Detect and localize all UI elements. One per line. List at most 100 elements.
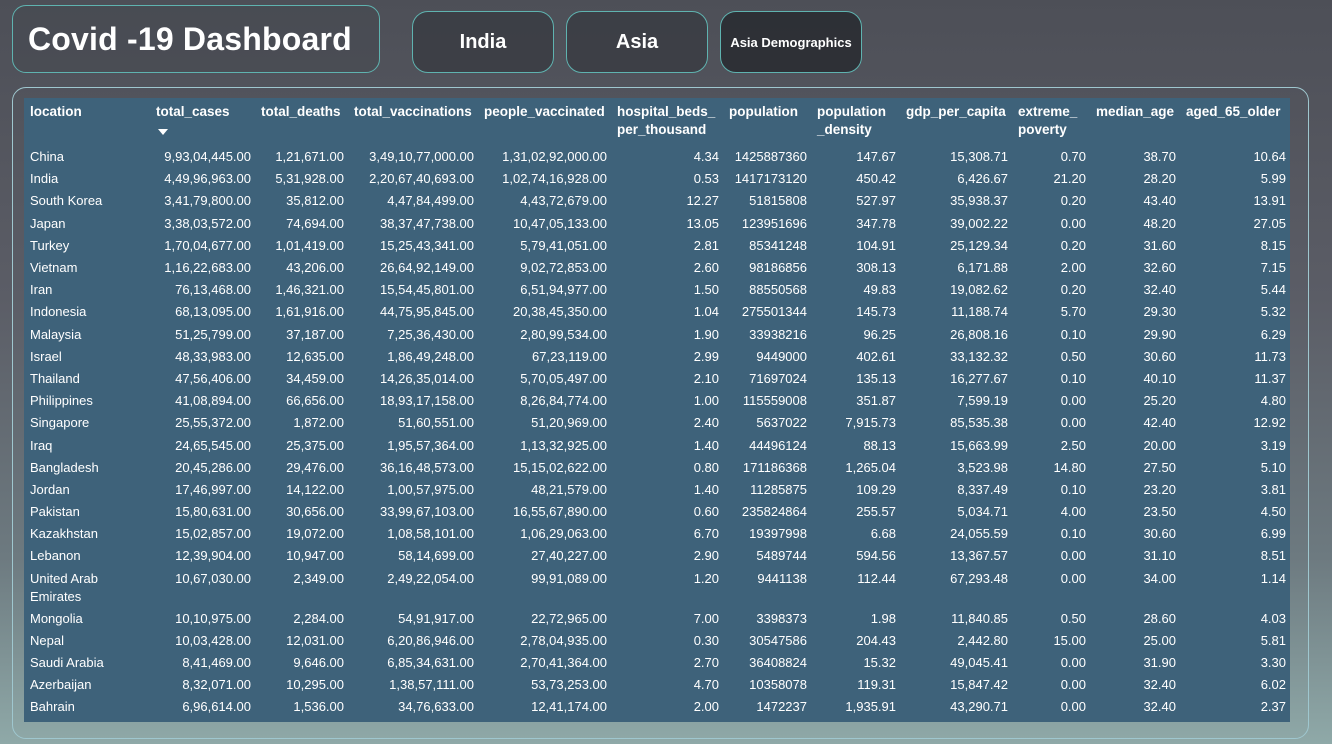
table-cell: 28.60 xyxy=(1143,610,1176,626)
table-cell: 1.98 xyxy=(870,610,896,626)
table-cell: 24,055.59 xyxy=(950,526,1008,542)
table-row[interactable]: Indonesia 68,13,095.00 1,61,916.00 44,75,95… xyxy=(24,301,1290,323)
table-row[interactable]: South Korea 3,41,79,800.00 35,812.00 4,47,8… xyxy=(24,190,1290,212)
column-header[interactable]: population xyxy=(723,98,811,146)
table-cell: 9,646.00 xyxy=(293,655,344,671)
table-cell: 12.27 xyxy=(686,193,719,209)
asia-button[interactable]: Asia xyxy=(566,11,708,73)
table-cell: 1,70,04,677.00 xyxy=(164,237,251,253)
column-header[interactable]: people_vaccinated xyxy=(478,98,611,146)
table-cell: 1.04 xyxy=(693,304,719,320)
location-cell: Saudi Arabia xyxy=(30,655,104,671)
table-cell: 43.40 xyxy=(1143,193,1176,209)
table-row[interactable]: Kazakhstan 15,02,857.00 19,072.00 1,08,58,1… xyxy=(24,523,1290,545)
table-cell: 1,61,916.00 xyxy=(275,304,344,320)
table-cell: 0.50 xyxy=(1060,610,1086,626)
table-cell: 2,78,04,935.00 xyxy=(520,632,607,648)
column-header-label: people_vaccinated xyxy=(484,104,605,119)
table-cell: 3,41,79,800.00 xyxy=(164,193,251,209)
column-header[interactable]: total_cases xyxy=(150,98,255,146)
table-row[interactable]: Azerbaijan 8,32,071.00 10,295.00 1,38,57,11… xyxy=(24,674,1290,696)
table-cell: 11.37 xyxy=(1254,370,1286,386)
table-cell: 30,656.00 xyxy=(286,504,344,520)
column-header[interactable]: aged_65_older xyxy=(1180,98,1290,146)
table-cell: 1.90 xyxy=(693,326,719,342)
location-cell: Indonesia xyxy=(30,304,87,320)
table-cell: 20.00 xyxy=(1143,437,1176,453)
table-cell: 98186856 xyxy=(749,260,807,276)
column-header[interactable]: population _density xyxy=(811,98,900,146)
table-row[interactable]: Turkey 1,70,04,677.00 1,01,419.00 15,25,43,… xyxy=(24,235,1290,257)
table-row[interactable]: Thailand 47,56,406.00 34,459.00 14,26,35,01… xyxy=(24,368,1290,390)
asia-demographics-button[interactable]: Asia Demographics xyxy=(720,11,862,73)
table-row[interactable]: Japan 3,38,03,572.00 74,694.00 38,37,47,738… xyxy=(24,213,1290,235)
table-cell: 42.40 xyxy=(1143,415,1176,431)
table-row[interactable]: Saudi Arabia 8,41,469.00 9,646.00 6,85,34,6… xyxy=(24,652,1290,674)
table-cell: 1,872.00 xyxy=(293,415,344,431)
table-cell: 35,812.00 xyxy=(286,193,344,209)
table-cell: 5.44 xyxy=(1260,282,1286,298)
table-row[interactable]: Nepal 10,03,428.00 12,031.00 6,20,86,946.00… xyxy=(24,630,1290,652)
column-header[interactable]: gdp_per_capita xyxy=(900,98,1012,146)
table-cell: 3,523.98 xyxy=(957,459,1008,475)
table-cell: 8.15 xyxy=(1260,237,1286,253)
table-cell: 204.43 xyxy=(856,632,896,648)
table-cell: 0.00 xyxy=(1060,393,1086,409)
table-row[interactable]: Pakistan 15,80,631.00 30,656.00 33,99,67,10… xyxy=(24,501,1290,523)
column-header[interactable]: median_age xyxy=(1090,98,1180,146)
table-cell: 2.00 xyxy=(1060,260,1086,276)
table-row[interactable]: Malaysia 51,25,799.00 37,187.00 7,25,36,430… xyxy=(24,324,1290,346)
table-cell: 9,93,04,445.00 xyxy=(164,149,251,165)
table-cell: 4.80 xyxy=(1260,393,1286,409)
india-button[interactable]: India xyxy=(412,11,554,73)
table-cell: 0.00 xyxy=(1060,655,1086,671)
table-cell: 51,25,799.00 xyxy=(175,326,251,342)
table-cell: 54,91,917.00 xyxy=(398,610,474,626)
table-cell: 4,49,96,963.00 xyxy=(164,171,251,187)
column-header[interactable]: total_vaccinations xyxy=(348,98,478,146)
table-row[interactable]: Bangladesh 20,45,286.00 29,476.00 36,16,48,… xyxy=(24,457,1290,479)
table-row[interactable]: Bahrain 6,96,614.00 1,536.00 34,76,633.00 12… xyxy=(24,696,1290,718)
column-header[interactable]: total_deaths xyxy=(255,98,348,146)
table-row[interactable]: Iraq 24,65,545.00 25,375.00 1,95,57,364.00 1… xyxy=(24,434,1290,456)
table-cell: 4.34 xyxy=(693,149,719,165)
location-cell: Malaysia xyxy=(30,326,82,342)
table-row[interactable]: Philippines 41,08,894.00 66,656.00 18,93,17… xyxy=(24,390,1290,412)
table-cell: 0.00 xyxy=(1060,215,1086,231)
table-row[interactable]: Vietnam 1,16,22,683.00 43,206.00 26,64,92,1… xyxy=(24,257,1290,279)
table-row[interactable]: Mongolia 10,10,975.00 2,284.00 54,91,917.00… xyxy=(24,608,1290,630)
table-cell: 2,49,22,054.00 xyxy=(387,570,474,586)
table-cell: 20,45,286.00 xyxy=(175,459,251,475)
table-cell: 5.10 xyxy=(1260,459,1286,475)
table-cell: 3,38,03,572.00 xyxy=(164,215,251,231)
table-row[interactable]: India 4,49,96,963.00 5,31,928.00 2,20,67,40… xyxy=(24,168,1290,190)
table-row[interactable]: Singapore 25,55,372.00 1,872.00 51,60,551.0… xyxy=(24,412,1290,434)
table-cell: 0.00 xyxy=(1060,548,1086,564)
table-cell: 8,41,469.00 xyxy=(182,655,251,671)
table-row[interactable]: China 9,93,04,445.00 1,21,671.00 3,49,10,77… xyxy=(24,146,1290,168)
column-header[interactable]: hospital_beds_ per_thousand xyxy=(611,98,723,146)
table-cell: 450.42 xyxy=(856,171,896,187)
table-row[interactable]: Lebanon 12,39,904.00 10,947.00 58,14,699.00… xyxy=(24,545,1290,567)
table-row[interactable]: Jordan 17,46,997.00 14,122.00 1,00,57,975.0… xyxy=(24,479,1290,501)
table-cell: 29.30 xyxy=(1143,304,1176,320)
table-row[interactable]: United Arab Emirates 10,67,030.00 2,349.00… xyxy=(24,568,1290,608)
table-cell: 34,459.00 xyxy=(286,370,344,386)
table-cell: 147.67 xyxy=(856,149,896,165)
table-cell: 51815808 xyxy=(749,193,807,209)
table-row[interactable]: Iran 76,13,468.00 1,46,321.00 15,54,45,801.… xyxy=(24,279,1290,301)
table-cell: 7.00 xyxy=(693,610,719,626)
column-header[interactable]: location xyxy=(24,98,150,146)
table-cell: 2.50 xyxy=(1060,437,1086,453)
table-cell: 2.10 xyxy=(693,370,719,386)
table-cell: 16,277.67 xyxy=(950,370,1008,386)
table-cell: 15,80,631.00 xyxy=(175,504,251,520)
table-cell: 51,20,969.00 xyxy=(531,415,607,431)
column-header-label: hospital_beds_ per_thousand xyxy=(617,104,716,137)
table-cell: 2.99 xyxy=(693,348,719,364)
table-row[interactable]: Israel 48,33,983.00 12,635.00 1,86,49,248.0… xyxy=(24,346,1290,368)
column-header-label: median_age xyxy=(1096,104,1175,119)
column-header[interactable]: extreme_ poverty xyxy=(1012,98,1090,146)
column-header-label: gdp_per_capita xyxy=(906,104,1006,119)
table-cell: 27,40,227.00 xyxy=(531,548,607,564)
